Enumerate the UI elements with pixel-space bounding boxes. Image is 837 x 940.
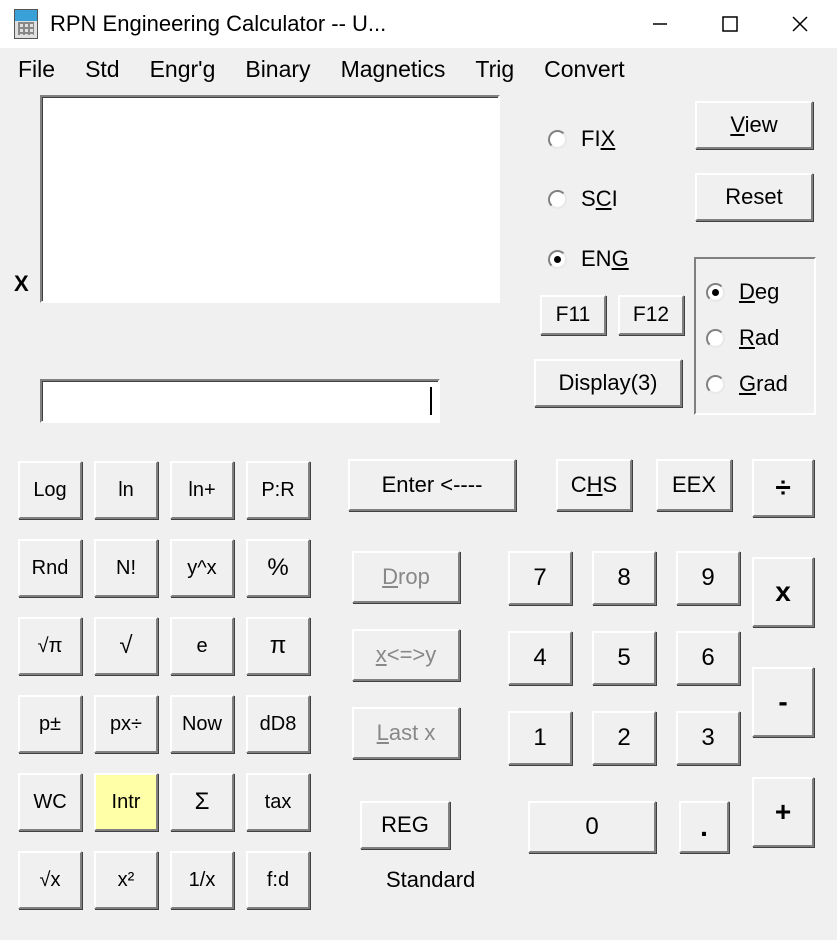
menu-bar: File Std Engr'g Binary Magnetics Trig Co… — [0, 48, 837, 95]
intr-button[interactable]: Intr — [94, 773, 158, 831]
number-format-group: FIX SCI ENG — [548, 109, 688, 289]
stack-display — [40, 95, 500, 303]
digit-3-button[interactable]: 3 — [676, 711, 740, 765]
title-bar: RPN Engineering Calculator -- U... — [0, 0, 837, 48]
radio-deg-icon — [706, 283, 725, 302]
digit-9-button[interactable]: 9 — [676, 551, 740, 605]
window-title: RPN Engineering Calculator -- U... — [50, 11, 625, 37]
minimize-button[interactable] — [625, 4, 695, 44]
radio-deg[interactable]: Deg — [706, 269, 806, 315]
operator-column: ÷ x - + — [752, 459, 814, 847]
ln-plus-button[interactable]: ln+ — [170, 461, 234, 519]
f11-button[interactable]: F11 — [540, 295, 606, 335]
menu-trig[interactable]: Trig — [475, 56, 514, 83]
menu-binary[interactable]: Binary — [245, 56, 310, 83]
radio-rad[interactable]: Rad — [706, 315, 806, 361]
p-pm-button[interactable]: p± — [18, 695, 82, 753]
divide-button[interactable]: ÷ — [752, 459, 814, 517]
digit-4-button[interactable]: 4 — [508, 631, 572, 685]
close-button[interactable] — [765, 4, 835, 44]
reciprocal-button[interactable]: 1/x — [170, 851, 234, 909]
radio-sci[interactable]: SCI — [548, 169, 688, 229]
menu-std[interactable]: Std — [85, 56, 120, 83]
now-button[interactable]: Now — [170, 695, 234, 753]
menu-magnetics[interactable]: Magnetics — [341, 56, 446, 83]
maximize-button[interactable] — [695, 4, 765, 44]
rnd-button[interactable]: Rnd — [18, 539, 82, 597]
enter-button[interactable]: Enter <---- — [348, 459, 516, 511]
polar-rect-button[interactable]: P:R — [246, 461, 310, 519]
dd8-button[interactable]: dD8 — [246, 695, 310, 753]
tax-button[interactable]: tax — [246, 773, 310, 831]
sqrt-x-button[interactable]: √x — [18, 851, 82, 909]
sigma-button[interactable]: Σ — [170, 773, 234, 831]
radio-fix-icon — [548, 130, 567, 149]
entry-input[interactable] — [40, 379, 440, 423]
swap-xy-button[interactable]: x<=>y — [352, 629, 460, 681]
x-register-label: X — [14, 271, 29, 297]
function-grid: Log ln ln+ P:R Rnd N! y^x % √π √ e π p± … — [18, 461, 310, 909]
decimal-point-button[interactable]: . — [679, 801, 729, 853]
add-button[interactable]: + — [752, 777, 814, 847]
pi-button[interactable]: π — [246, 617, 310, 675]
reg-button[interactable]: REG — [360, 801, 450, 849]
digit-0-button[interactable]: 0 — [528, 801, 656, 853]
digit-5-button[interactable]: 5 — [592, 631, 656, 685]
eex-button[interactable]: EEX — [656, 459, 732, 511]
digit-8-button[interactable]: 8 — [592, 551, 656, 605]
fd-button[interactable]: f:d — [246, 851, 310, 909]
multiply-button[interactable]: x — [752, 557, 814, 627]
last-x-button[interactable]: Last x — [352, 707, 460, 759]
menu-engrg[interactable]: Engr'g — [150, 56, 216, 83]
mode-label: Standard — [386, 867, 475, 893]
digit-1-button[interactable]: 1 — [508, 711, 572, 765]
digit-2-button[interactable]: 2 — [592, 711, 656, 765]
log-button[interactable]: Log — [18, 461, 82, 519]
ln-button[interactable]: ln — [94, 461, 158, 519]
subtract-button[interactable]: - — [752, 667, 814, 737]
percent-button[interactable]: % — [246, 539, 310, 597]
px-div-button[interactable]: px÷ — [94, 695, 158, 753]
radio-fix[interactable]: FIX — [548, 109, 688, 169]
display-precision-button[interactable]: Display(3) — [534, 359, 682, 407]
radio-grad-icon — [706, 375, 725, 394]
caret-icon — [430, 387, 432, 415]
radio-eng[interactable]: ENG — [548, 229, 688, 289]
sqrt-pi-button[interactable]: √π — [18, 617, 82, 675]
radio-grad[interactable]: Grad — [706, 361, 806, 407]
e-button[interactable]: e — [170, 617, 234, 675]
radio-sci-icon — [548, 190, 567, 209]
factorial-button[interactable]: N! — [94, 539, 158, 597]
view-button[interactable]: View — [695, 101, 813, 149]
angle-mode-group: Deg Rad Grad — [694, 257, 816, 415]
menu-convert[interactable]: Convert — [544, 56, 625, 83]
digit-6-button[interactable]: 6 — [676, 631, 740, 685]
menu-file[interactable]: File — [18, 56, 55, 83]
numeric-keypad: 7 8 9 4 5 6 1 2 3 — [508, 551, 740, 765]
x-squared-button[interactable]: x² — [94, 851, 158, 909]
radio-eng-icon — [548, 250, 567, 269]
reset-button[interactable]: Reset — [695, 173, 813, 221]
stack-operations: Drop x<=>y Last x — [352, 551, 460, 759]
app-icon — [14, 9, 38, 39]
radio-rad-icon — [706, 329, 725, 348]
chs-button[interactable]: CHS — [556, 459, 632, 511]
y-pow-x-button[interactable]: y^x — [170, 539, 234, 597]
f12-button[interactable]: F12 — [618, 295, 684, 335]
drop-button[interactable]: Drop — [352, 551, 460, 603]
wc-button[interactable]: WC — [18, 773, 82, 831]
sqrt-button[interactable]: √ — [94, 617, 158, 675]
digit-7-button[interactable]: 7 — [508, 551, 572, 605]
